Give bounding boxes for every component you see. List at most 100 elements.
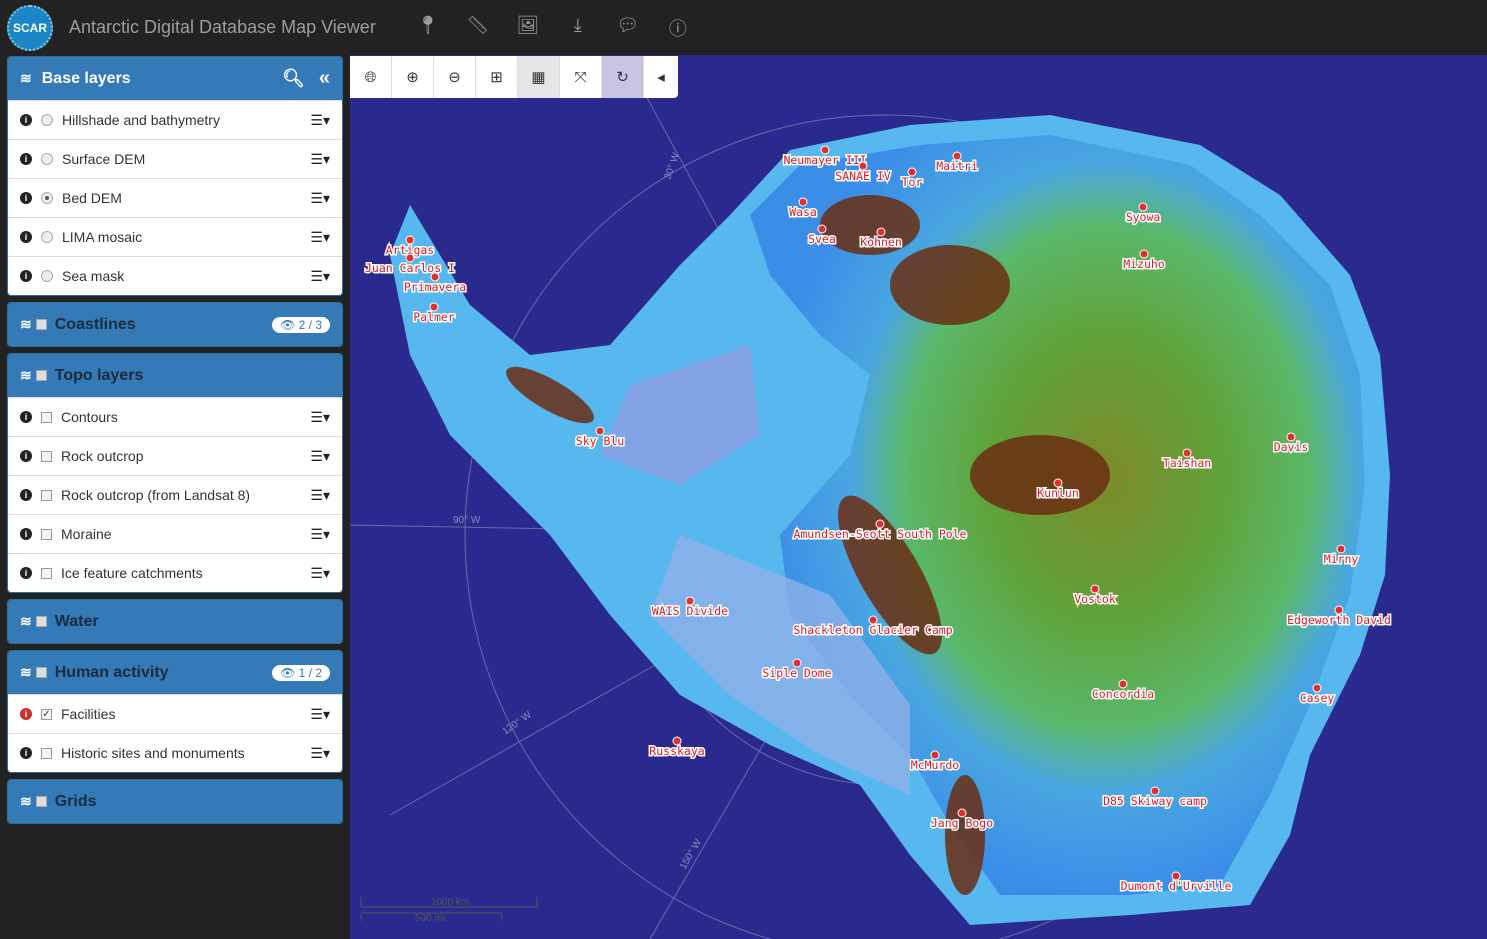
layer-menu-icon[interactable]: ☰▾ (310, 409, 330, 426)
panel-header[interactable]: ≋Base layers🔍︎« (8, 57, 342, 100)
info-icon[interactable]: i (20, 192, 32, 204)
search-icon[interactable]: 🔍︎ (282, 68, 305, 89)
info-icon[interactable]: i (20, 450, 32, 462)
layer-row[interactable]: iIce feature catchments☰▾ (8, 553, 342, 592)
station-label[interactable]: Siple Dome (762, 666, 831, 680)
station-label[interactable]: Kohnen (860, 235, 902, 249)
layer-checkbox[interactable]: ✓ (41, 709, 52, 720)
ruler-icon[interactable]: 📏︎ (453, 15, 503, 41)
station-label[interactable]: Svea (808, 232, 836, 246)
scar-logo[interactable]: SCAR (7, 5, 53, 51)
info-icon[interactable]: i (20, 747, 32, 759)
station-label[interactable]: Jang Bogo (931, 816, 993, 830)
comment-icon[interactable]: 💬︎ (603, 15, 653, 41)
station-label[interactable]: Mizuho (1123, 257, 1165, 271)
panel-header[interactable]: ≋Water (8, 600, 342, 643)
layer-menu-icon[interactable]: ☰▾ (310, 112, 330, 129)
full-extent-icon[interactable]: ⤧ (560, 56, 602, 98)
zoom-out-icon[interactable]: ⊖ (434, 56, 476, 98)
station-label[interactable]: Davis (1274, 440, 1309, 454)
station-label[interactable]: Palmer (413, 310, 455, 324)
layer-row[interactable]: iSurface DEM☰▾ (8, 139, 342, 178)
station-label[interactable]: Wasa (789, 205, 817, 219)
station-label[interactable]: Vostok (1074, 592, 1116, 606)
refresh-icon[interactable]: ↻ (602, 56, 644, 98)
info-icon[interactable]: i (20, 708, 32, 720)
download-icon[interactable]: ⤓ (553, 15, 603, 41)
zoom-box-icon[interactable]: ⊞ (476, 56, 518, 98)
layer-row[interactable]: i✓Facilities☰▾ (8, 694, 342, 733)
layer-radio[interactable] (41, 192, 53, 204)
station-label[interactable]: Edgeworth David (1287, 613, 1391, 627)
layer-radio[interactable] (41, 153, 53, 165)
station-label[interactable]: Taishan (1163, 456, 1211, 470)
info-icon[interactable]: i (20, 567, 32, 579)
layer-checkbox[interactable] (41, 412, 52, 423)
layer-row[interactable]: iHillshade and bathymetry☰▾ (8, 100, 342, 139)
station-label[interactable]: Sky Blu (576, 434, 624, 448)
image-icon[interactable]: 🖼︎ (503, 15, 553, 41)
info-icon[interactable]: i (20, 270, 32, 282)
layer-group-checkbox[interactable] (36, 319, 47, 330)
layer-row[interactable]: iContours☰▾ (8, 397, 342, 436)
layer-menu-icon[interactable]: ☰▾ (310, 706, 330, 723)
map-marker-icon[interactable]: 📍︎ (403, 15, 453, 41)
layer-checkbox[interactable] (41, 529, 52, 540)
panel-header[interactable]: ≋Human activity👁︎ 1 / 2 (8, 651, 342, 694)
station-label[interactable]: Juan Carlos I (365, 261, 455, 275)
layer-menu-icon[interactable]: ☰▾ (310, 487, 330, 504)
station-label[interactable]: WAIS Divide (652, 604, 728, 618)
graticule-icon[interactable]: ▦ (518, 56, 560, 98)
info-icon[interactable]: i (20, 153, 32, 165)
layer-menu-icon[interactable]: ☰▾ (310, 448, 330, 465)
layer-group-checkbox[interactable] (36, 616, 47, 627)
layer-checkbox[interactable] (41, 568, 52, 579)
station-label[interactable]: Syowa (1126, 210, 1161, 224)
layer-menu-icon[interactable]: ☰▾ (310, 526, 330, 543)
info-icon[interactable]: i (20, 489, 32, 501)
layer-checkbox[interactable] (41, 490, 52, 501)
station-label[interactable]: McMurdo (911, 758, 960, 772)
station-label[interactable]: Maitri (936, 159, 978, 173)
layer-row[interactable]: iRock outcrop (from Landsat 8)☰▾ (8, 475, 342, 514)
layer-menu-icon[interactable]: ☰▾ (310, 268, 330, 285)
station-label[interactable]: Mirny (1324, 552, 1359, 566)
station-label[interactable]: Kunlun (1037, 486, 1079, 500)
station-label[interactable]: SANAE IV (835, 169, 890, 183)
panel-header[interactable]: ≋Grids (8, 780, 342, 823)
collapse-sidebar-icon[interactable]: « (319, 67, 330, 90)
panel-header[interactable]: ≋Coastlines👁︎ 2 / 3 (8, 303, 342, 346)
layer-group-checkbox[interactable] (36, 796, 47, 807)
layer-menu-icon[interactable]: ☰▾ (310, 565, 330, 582)
info-icon[interactable]: i (20, 231, 32, 243)
layer-row[interactable]: iLIMA mosaic☰▾ (8, 217, 342, 256)
layer-row[interactable]: iSea mask☰▾ (8, 256, 342, 295)
info-icon[interactable]: ⓘ (653, 15, 703, 41)
panel-header[interactable]: ≋Topo layers (8, 354, 342, 397)
info-icon[interactable]: i (20, 528, 32, 540)
layer-menu-icon[interactable]: ☰▾ (310, 190, 330, 207)
station-label[interactable]: Casey (1300, 691, 1335, 705)
layer-radio[interactable] (41, 114, 53, 126)
layer-menu-icon[interactable]: ☰▾ (310, 151, 330, 168)
layer-checkbox[interactable] (41, 451, 52, 462)
info-icon[interactable]: i (20, 411, 32, 423)
globe-icon[interactable]: 🌐︎ (350, 56, 392, 98)
layer-checkbox[interactable] (41, 748, 52, 759)
info-icon[interactable]: i (20, 114, 32, 126)
layer-row[interactable]: iHistoric sites and monuments☰▾ (8, 733, 342, 772)
layer-group-checkbox[interactable] (36, 667, 47, 678)
layer-radio[interactable] (41, 270, 53, 282)
layer-row[interactable]: iRock outcrop☰▾ (8, 436, 342, 475)
layer-group-checkbox[interactable] (36, 370, 47, 381)
station-label[interactable]: Shackleton Glacier Camp (793, 623, 952, 637)
station-label[interactable]: Neumayer III (783, 153, 866, 167)
station-label[interactable]: Amundsen-Scott South Pole (793, 527, 966, 541)
map-canvas[interactable]: 1000 km 500 mi 30° W 90° W 120° W 150° W… (350, 55, 1487, 939)
station-label[interactable]: Tor (902, 175, 923, 189)
station-label[interactable]: D85 Skiway camp (1103, 794, 1207, 808)
layer-row[interactable]: iBed DEM☰▾ (8, 178, 342, 217)
layer-menu-icon[interactable]: ☰▾ (310, 745, 330, 762)
layer-radio[interactable] (41, 231, 53, 243)
collapse-icon[interactable]: ◂ (644, 56, 678, 98)
